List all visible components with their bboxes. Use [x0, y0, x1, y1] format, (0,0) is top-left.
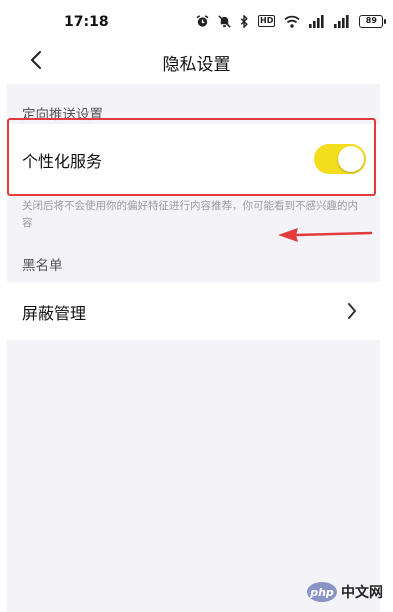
block-management-row[interactable]: 屏蔽管理 [7, 282, 380, 340]
chevron-right-icon [344, 301, 360, 321]
page-title: 隐私设置 [162, 55, 231, 75]
mute-icon [218, 14, 231, 28]
battery-indicator: 89 [359, 14, 387, 28]
alarm-icon [196, 14, 209, 28]
navigation-bar: 隐私设置 [0, 40, 393, 84]
status-bar: 17:18 HD 89 [0, 0, 393, 40]
signal-icon [334, 14, 350, 28]
hd-icon: HD [258, 15, 276, 27]
annotation-arrow-icon [278, 228, 373, 242]
bluetooth-icon [240, 14, 249, 28]
block-management-label: 屏蔽管理 [22, 304, 87, 323]
signal-icon [309, 14, 325, 28]
watermark: php 中文网 [307, 582, 383, 602]
section-header-blacklist: 黑名单 [22, 258, 63, 274]
php-logo: php [307, 582, 337, 602]
status-icons: HD 89 [196, 12, 387, 30]
highlight-annotation-box [7, 118, 376, 196]
status-time: 17:18 [64, 14, 109, 30]
wifi-icon [284, 15, 300, 28]
watermark-text: 中文网 [341, 585, 383, 601]
